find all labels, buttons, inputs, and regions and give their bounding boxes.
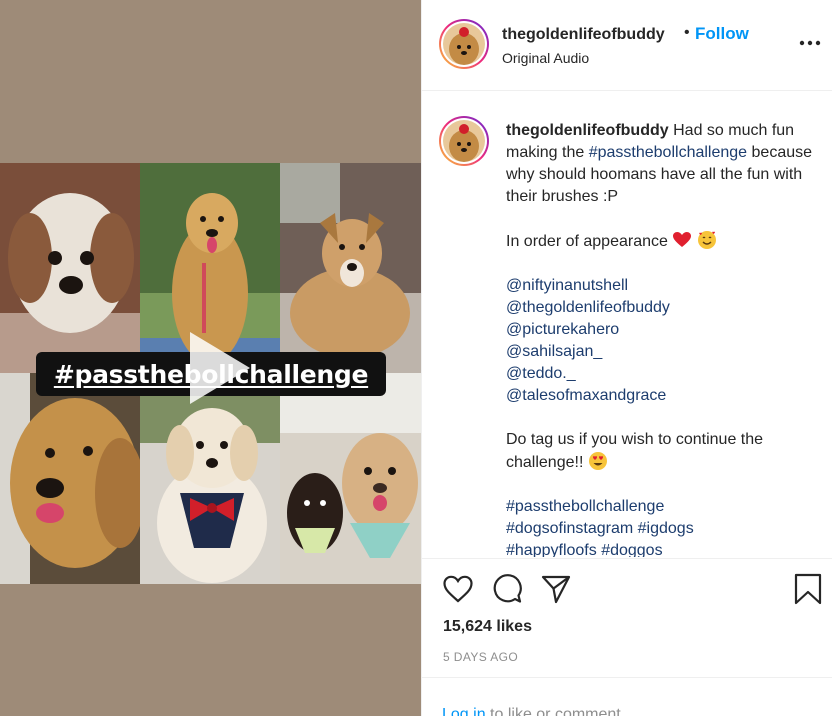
tag-invite-text: Do tag us if you wish to continue the ch… [506,431,764,471]
mention-link[interactable]: @thegoldenlifeofbuddy [506,297,816,319]
hashtag-link[interactable]: #dogsofinstagram [506,520,633,537]
caption-username[interactable]: thegoldenlifeofbuddy [506,122,669,139]
post-header: thegoldenlifeofbuddy • Follow Original A… [422,0,832,91]
likes-count[interactable]: 15,624 likes [443,618,532,636]
comment-icon[interactable] [491,573,523,605]
mention-link[interactable]: @teddo._ [506,363,816,385]
dog-photo-shihtzu [0,163,140,373]
avatar-image [443,120,485,162]
hashtag-list: #passthebollchallenge #dogsofinstagram #… [506,496,816,557]
dog-photo-golden-closeup [0,373,140,584]
hashtag-link[interactable]: #passthebollchallenge [506,496,816,518]
appearance-line: In order of appearance [506,233,668,250]
mention-link[interactable]: @talesofmaxandgrace [506,385,816,407]
post-date[interactable]: 5 DAYS AGO [443,650,518,664]
login-rest-text: to like or comment. [485,706,626,716]
dog-photo-tan-dog [280,163,421,373]
paper-plane-icon[interactable] [540,573,572,605]
avatar[interactable] [439,19,489,69]
hashtag-link[interactable]: #doggos [601,542,662,557]
play-button[interactable] [176,328,256,408]
smiling-face-with-hearts-icon [697,231,716,249]
login-prompt: Log in to like or comment. [422,677,832,716]
header-username[interactable]: thegoldenlifeofbuddy [502,26,665,44]
post-media[interactable]: #passthebollchallenge [0,0,421,716]
heart-icon[interactable] [442,573,474,605]
original-audio-link[interactable]: Original Audio [502,50,589,66]
more-options-icon[interactable] [799,38,821,48]
dog-photo-lab-and-dachshund [280,373,421,584]
login-link[interactable]: Log in [442,706,486,716]
post-actions: 15,624 likes 5 DAYS AGO Log in to like o… [422,558,832,716]
caption-area: thegoldenlifeofbuddy Had so much fun mak… [422,92,832,557]
mention-link[interactable]: @niftyinanutshell [506,275,816,297]
play-icon [190,332,250,404]
post-side-panel: thegoldenlifeofbuddy • Follow Original A… [421,0,832,716]
heart-eyes-icon [588,452,607,470]
follow-button[interactable]: Follow [695,24,749,44]
mention-link[interactable]: @sahilsajan_ [506,341,816,363]
caption-text: thegoldenlifeofbuddy Had so much fun mak… [506,120,816,557]
hashtag-link[interactable]: #happyfloofs [506,542,597,557]
caption-hashtag[interactable]: #passthebollchallenge [589,144,747,161]
mentions-list: @niftyinanutshell @thegoldenlifeofbuddy … [506,275,816,407]
mention-link[interactable]: @picturekahero [506,319,816,341]
instagram-post: #passthebollchallenge [0,0,832,716]
avatar-image [443,23,485,65]
red-heart-icon [673,232,692,247]
header-separator: • [684,24,690,41]
bookmark-icon[interactable] [793,573,823,605]
hashtag-link[interactable]: #igdogs [638,520,694,537]
caption-avatar[interactable] [439,116,489,166]
